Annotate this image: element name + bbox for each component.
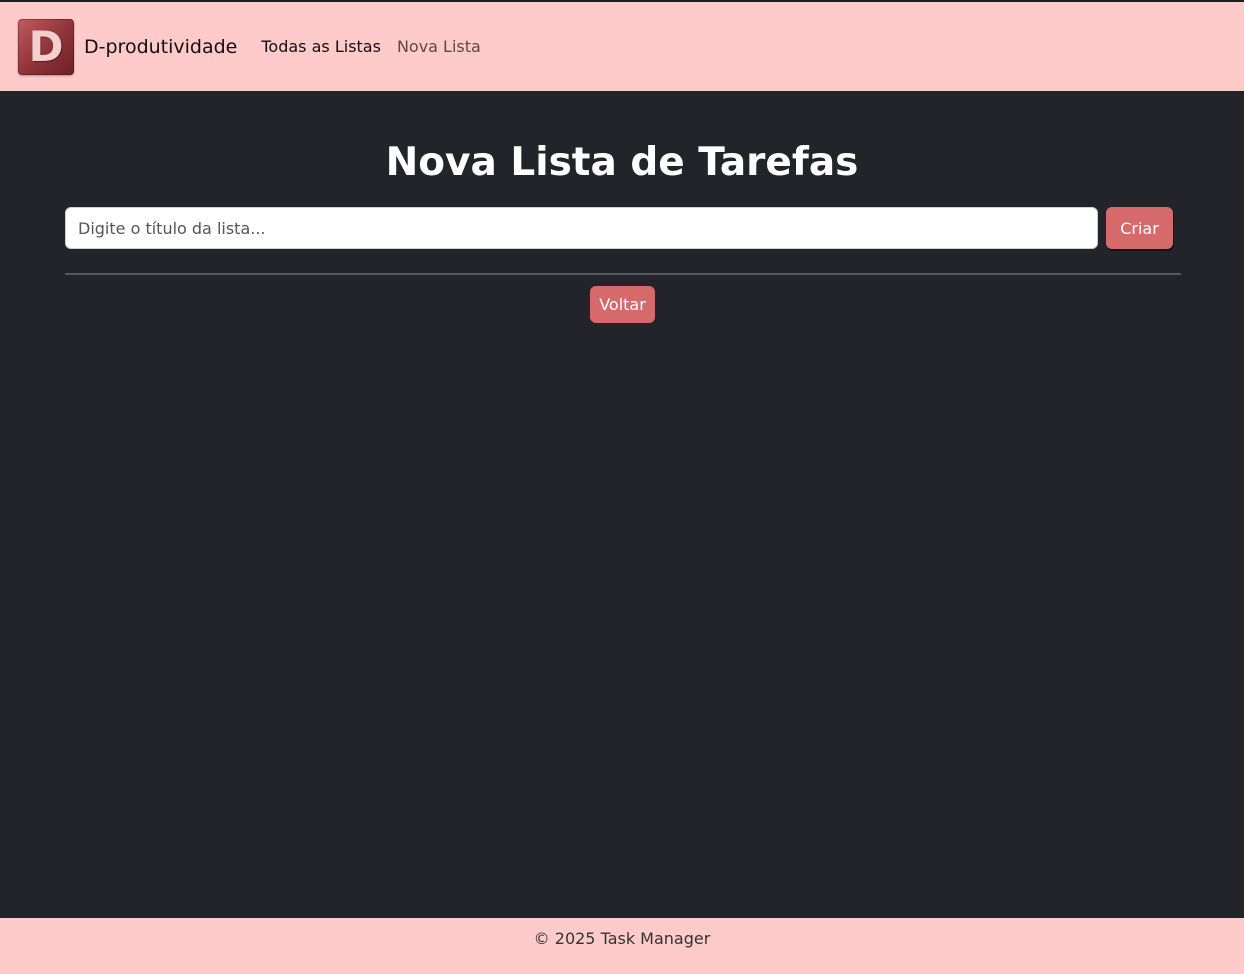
- create-button[interactable]: Criar: [1106, 207, 1173, 249]
- divider: [65, 273, 1181, 275]
- brand-name[interactable]: D-produtividade: [84, 36, 237, 58]
- page-title: Nova Lista de Tarefas: [385, 140, 859, 185]
- app-logo[interactable]: D: [18, 18, 74, 75]
- list-title-input[interactable]: [65, 207, 1098, 249]
- nav-link-todas-as-listas[interactable]: Todas as Listas: [261, 37, 381, 56]
- logo-letter: D: [28, 21, 64, 71]
- back-button[interactable]: Voltar: [590, 286, 655, 323]
- page: D D-produtividade Todas as Listas Nova L…: [0, 0, 1244, 974]
- footer: © 2025 Task Manager: [0, 918, 1244, 974]
- nav-link-nova-lista[interactable]: Nova Lista: [397, 37, 481, 56]
- navbar: D D-produtividade Todas as Listas Nova L…: [0, 0, 1244, 91]
- footer-copyright: © 2025 Task Manager: [533, 929, 711, 948]
